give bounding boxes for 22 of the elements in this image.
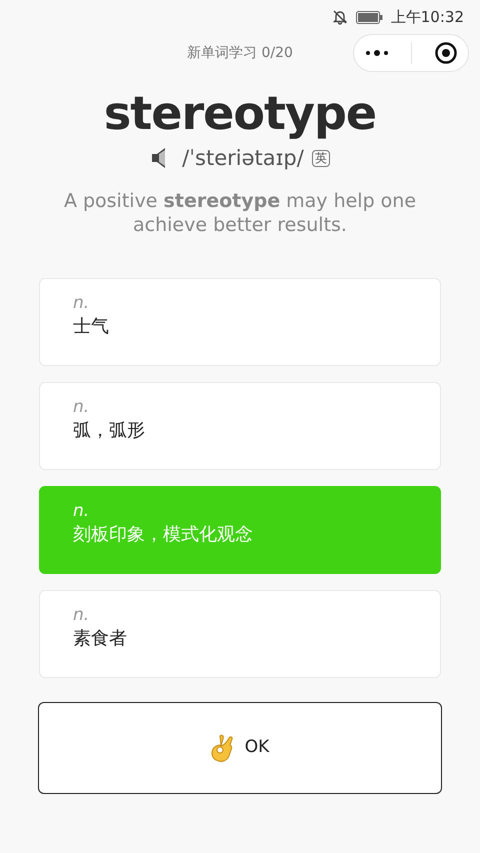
answer-option[interactable]: n. 素食者 — [39, 590, 441, 678]
battery-icon — [356, 10, 383, 24]
ok-button[interactable]: OK — [38, 702, 442, 794]
accent-tag[interactable]: 英 — [312, 150, 330, 168]
answer-option[interactable]: n. 弧，弧形 — [39, 382, 441, 470]
page-title: 新单词学习 0/20 — [187, 44, 293, 62]
meaning-text: 弧，弧形 — [73, 418, 146, 443]
close-target-icon[interactable] — [434, 42, 457, 64]
example-sentence: A positive stereotype may help one achieve better results. — [62, 190, 418, 238]
part-of-speech: n. — [73, 292, 90, 313]
bell-off-icon — [332, 9, 348, 25]
phonetic: /ˈsteriətaɪp/ — [182, 144, 304, 172]
meaning-text: 士气 — [73, 314, 110, 339]
part-of-speech: n. — [73, 604, 90, 625]
part-of-speech: n. — [73, 500, 90, 521]
answer-option[interactable]: n. 士气 — [39, 278, 441, 366]
more-icon[interactable] — [365, 49, 390, 57]
meaning-text: 刻板印象，模式化观念 — [73, 522, 254, 547]
meaning-text: 素食者 — [73, 626, 128, 651]
part-of-speech: n. — [73, 396, 90, 417]
headword: stereotype — [102, 88, 378, 139]
status-time: 上午10:32 — [390, 6, 464, 28]
